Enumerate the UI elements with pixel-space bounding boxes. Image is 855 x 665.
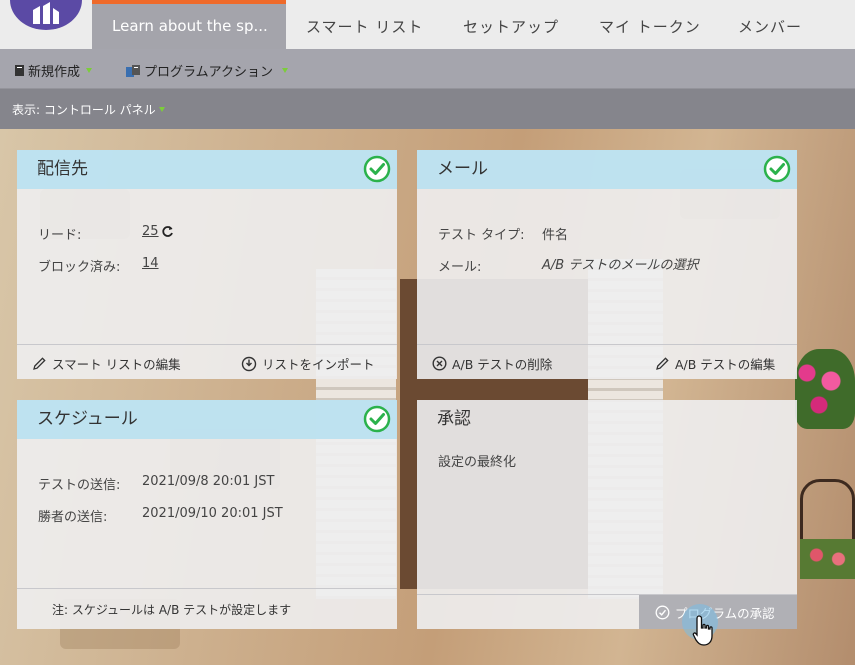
hand-cursor-icon xyxy=(692,615,713,646)
approval-panel-footer: プログラムの承認 xyxy=(417,594,797,629)
toolbar: 新規作成 プログラムアクション xyxy=(0,49,855,89)
mail-label-row: メール: xyxy=(438,256,481,275)
dropdown-arrow-icon xyxy=(158,107,165,112)
email-title: メール xyxy=(437,159,488,179)
schedule-note-text: 注: スケジュールは A/B テストが設定します xyxy=(52,603,292,617)
edit-smart-list-link[interactable]: スマート リストの編集 xyxy=(32,354,181,373)
test-type-value: 件名 xyxy=(542,228,569,243)
test-type-value-row: 件名 xyxy=(542,224,568,243)
checkmark-icon xyxy=(363,155,391,183)
pencil-icon xyxy=(656,357,669,370)
tab-program[interactable]: Learn about the sp... xyxy=(92,0,286,49)
audience-panel: 配信先 リード: 25 ブロック済み: 14 スマート リストの編集 リストをイ… xyxy=(17,150,397,379)
checkmark-icon xyxy=(763,155,791,183)
program-actions-label: プログラムアクション xyxy=(144,65,273,80)
blocked-row: ブロック済み: xyxy=(38,256,120,275)
schedule-panel: スケジュール テストの送信: 2021/09/8 20:01 JST 勝者の送信… xyxy=(17,400,397,629)
new-menu-button[interactable]: 新規作成 xyxy=(14,61,93,80)
tab-smart-list[interactable]: スマート リスト xyxy=(306,0,423,49)
checkmark-icon xyxy=(363,405,391,433)
audience-panel-header: 配信先 xyxy=(17,150,397,189)
program-actions-icon xyxy=(126,64,140,77)
test-send-label-row: テストの送信: xyxy=(38,474,120,493)
import-icon xyxy=(241,356,257,371)
tab-setup[interactable]: セットアップ xyxy=(463,0,559,49)
dropdown-arrow-icon xyxy=(281,68,288,73)
new-document-icon xyxy=(15,65,24,76)
blocked-value-row: 14 xyxy=(142,256,159,271)
winner-send-label-row: 勝者の送信: xyxy=(38,506,107,525)
delete-ab-test-link[interactable]: A/B テストの削除 xyxy=(432,354,552,373)
approval-panel-header: 承認 xyxy=(417,400,797,439)
delete-ab-test-label: A/B テストの削除 xyxy=(452,357,553,372)
import-list-label: リストをインポート xyxy=(262,357,375,372)
top-navigation: Learn about the sp... スマート リスト セットアップ マイ… xyxy=(0,0,855,49)
approval-title: 承認 xyxy=(437,409,471,429)
program-actions-button[interactable]: プログラムアクション xyxy=(125,61,288,80)
audience-panel-footer: スマート リストの編集 リストをインポート xyxy=(17,344,397,379)
import-list-link[interactable]: リストをインポート xyxy=(241,354,375,373)
leads-label: リード: xyxy=(38,228,82,243)
blocked-label: ブロック済み: xyxy=(38,260,121,275)
approval-panel: 承認 設定の最終化 プログラムの承認 xyxy=(417,400,797,629)
schedule-panel-footer: 注: スケジュールは A/B テストが設定します xyxy=(17,588,397,629)
test-send-value-row: 2021/09/8 20:01 JST xyxy=(142,474,274,489)
leads-row: リード: xyxy=(38,224,81,243)
blocked-count-link[interactable]: 14 xyxy=(142,256,159,271)
approve-program-button[interactable]: プログラムの承認 xyxy=(639,595,797,629)
edit-smart-list-label: スマート リストの編集 xyxy=(52,357,181,372)
new-menu-label: 新規作成 xyxy=(28,65,81,80)
edit-ab-test-label: A/B テストの編集 xyxy=(675,357,776,372)
leads-count-link[interactable]: 25 xyxy=(142,224,159,239)
approval-status-row: 設定の最終化 xyxy=(438,451,516,470)
winner-send-label: 勝者の送信: xyxy=(38,510,108,525)
view-bar: 表示: コントロール パネル xyxy=(0,89,855,129)
view-label: 表示: コントロール パネル xyxy=(12,103,156,117)
tab-my-tokens[interactable]: マイ トークン xyxy=(599,0,701,49)
test-send-value: 2021/09/8 20:01 JST xyxy=(142,474,275,489)
delete-circle-icon xyxy=(432,356,447,371)
select-ab-email-link[interactable]: A/B テストのメールの選択 xyxy=(542,258,698,273)
tab-members[interactable]: メンバー xyxy=(738,0,802,49)
schedule-panel-header: スケジュール xyxy=(17,400,397,439)
pencil-icon xyxy=(33,357,46,370)
audience-title: 配信先 xyxy=(37,159,88,179)
leads-value-row: 25 xyxy=(142,224,174,239)
email-panel-footer: A/B テストの削除 A/B テストの編集 xyxy=(417,344,797,379)
email-panel: メール テスト タイプ: 件名 メール: A/B テストのメールの選択 A/B … xyxy=(417,150,797,379)
winner-send-value: 2021/09/10 20:01 JST xyxy=(142,506,283,521)
test-send-label: テストの送信: xyxy=(38,478,121,493)
winner-send-value-row: 2021/09/10 20:01 JST xyxy=(142,506,283,521)
view-selector[interactable]: 表示: コントロール パネル xyxy=(12,101,165,118)
check-circle-icon xyxy=(655,605,670,619)
dropdown-arrow-icon xyxy=(86,68,93,73)
test-type-label-row: テスト タイプ: xyxy=(438,224,525,243)
edit-ab-test-link[interactable]: A/B テストの編集 xyxy=(655,354,775,373)
test-type-label: テスト タイプ: xyxy=(438,228,525,243)
schedule-title: スケジュール xyxy=(37,409,138,429)
mail-label: メール: xyxy=(438,260,482,275)
schedule-note: 注: スケジュールは A/B テストが設定します xyxy=(52,601,291,618)
marketo-logo-icon[interactable] xyxy=(10,0,82,30)
refresh-icon[interactable] xyxy=(161,225,174,238)
mail-value-row: A/B テストのメールの選択 xyxy=(542,254,698,273)
email-panel-header: メール xyxy=(417,150,797,189)
approval-status: 設定の最終化 xyxy=(438,455,517,470)
